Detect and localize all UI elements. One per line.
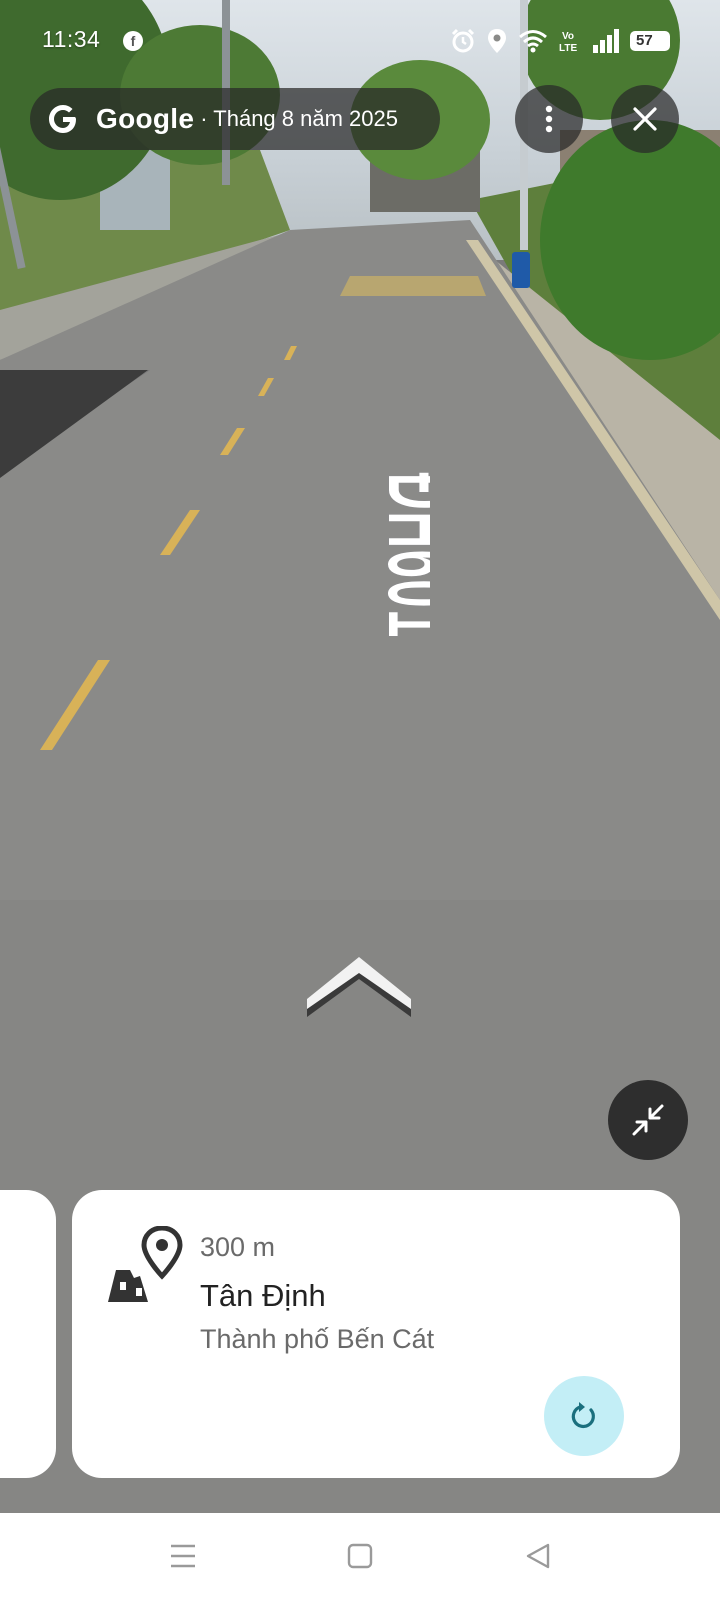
header-brand: Google [96,103,195,134]
home-icon [347,1543,373,1569]
header-pill[interactable]: Google · Tháng 8 năm 2025 [30,88,440,150]
place-card[interactable]: 300 m Tân Định Thành phố Bến Cát [72,1190,680,1478]
refresh-icon [571,1402,595,1429]
more-vert-icon [545,105,553,133]
move-forward-arrow[interactable] [307,957,411,1017]
place-region: Thành phố Bến Cát [200,1324,435,1354]
facebook-icon: f [123,31,143,51]
volte-icon: Vo LTE [559,31,577,54]
capture-date: · Tháng 8 năm 2025 [200,106,398,131]
svg-text:LTE: LTE [559,43,577,54]
more-options-button[interactable] [515,85,583,153]
refresh-button[interactable] [544,1376,624,1456]
back-icon [526,1543,550,1569]
status-bar: 11:34 f Vo LTE 57 [0,0,720,80]
road-label-text: ĐH601 [365,472,430,638]
recent-apps-button[interactable] [165,1538,201,1574]
wifi-icon [519,30,547,53]
home-button[interactable] [342,1538,378,1574]
signal-icon [593,29,619,53]
previous-card[interactable] [0,1190,56,1478]
location-icon [488,29,506,53]
place-landmark-icon [108,1226,183,1302]
close-button[interactable] [611,85,679,153]
google-logo-icon [49,105,76,133]
back-button[interactable] [520,1538,556,1574]
road-label-marker: ĐH601 [364,471,430,639]
alarm-icon [451,28,475,53]
close-icon [633,107,657,131]
system-nav-bar [0,1513,720,1600]
status-time: 11:34 [42,26,101,52]
place-distance: 300 m [200,1232,276,1262]
svg-text:Vo: Vo [562,31,574,42]
exit-fullscreen-button[interactable] [608,1080,688,1160]
place-name: Tân Định [200,1278,326,1313]
status-icons: Vo LTE 57 [450,28,670,54]
menu-icon [171,1544,195,1568]
collapse-icon [632,1104,664,1136]
battery-icon: 57 [630,31,670,51]
